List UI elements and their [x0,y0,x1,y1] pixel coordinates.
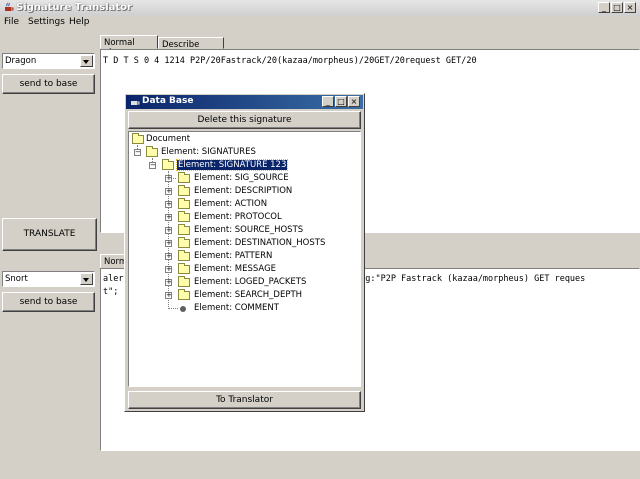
folder-icon [132,133,144,144]
signature-tree[interactable]: Document − Element: SIGNATURES − Element… [128,131,361,387]
tab-describe-view-top[interactable]: Describe view [158,37,224,60]
tree-node-element[interactable]: + Element: LOGED_PACKETS [129,276,360,289]
tree-node-element[interactable]: + Element: SIG_SOURCE [129,172,360,185]
tree-node-signature-123[interactable]: − Element: SIGNATURE 123 [129,159,360,172]
expand-icon[interactable]: + [165,227,172,234]
expand-icon[interactable]: + [165,266,172,273]
folder-icon [178,198,190,209]
folder-icon [178,237,190,248]
tree-node-signatures[interactable]: − Element: SIGNATURES [129,146,360,159]
maximize-button[interactable]: □ [611,2,623,13]
folder-icon [178,172,190,183]
expand-icon[interactable]: + [165,279,172,286]
target-text-line1-right: msg:"P2P Fastrack (kazaa/morpheus) GET r… [355,274,586,284]
tree-node-element[interactable]: + Element: DESTINATION_HOSTS [129,237,360,250]
folder-icon [178,224,190,235]
folder-icon [178,263,190,274]
chevron-down-icon[interactable] [80,273,93,285]
menu-file[interactable]: File [4,17,19,27]
tree-node-label: Element: SIGNATURES [161,147,256,157]
tree-node-element[interactable]: + Element: PROTOCOL [129,211,360,224]
tree-node-label: Element: LOGED_PACKETS [194,277,307,287]
tree-node-element[interactable]: + Element: SOURCE_HOSTS [129,224,360,237]
tab-normal-view-top[interactable]: Normal view [100,35,158,58]
expand-icon[interactable]: + [165,214,172,221]
tree-node-label: Element: DESCRIPTION [194,186,293,196]
folder-icon [178,250,190,261]
tree-node-label: Element: ACTION [194,199,268,209]
source-format-select[interactable]: Dragon [2,53,95,69]
target-format-value: Snort [5,274,28,284]
tree-node-label: Element: MESSAGE [194,264,277,274]
target-text-line2: t"; [103,287,119,297]
tree-node-label: Document [146,134,191,144]
tree-node-label: Element: DESTINATION_HOSTS [194,238,326,248]
send-to-base-button-top[interactable]: send to base [2,74,95,94]
leaf-bullet-icon [180,306,186,312]
folder-open-icon [146,146,158,157]
expand-icon[interactable]: + [165,201,172,208]
tree-node-label: Element: PROTOCOL [194,212,282,222]
tree-node-element[interactable]: + Element: MESSAGE [129,263,360,276]
chevron-down-icon[interactable] [80,55,93,67]
dialog-title: Data Base [142,96,194,106]
window-titlebar: Signature Translator _ □ × [0,0,640,17]
target-text-line1-left: aler [103,274,124,284]
database-dialog: Data Base _ □ × Delete this signature Do… [124,93,365,412]
folder-icon [178,276,190,287]
close-button[interactable]: × [624,2,636,13]
source-signature-text: T D T S 0 4 1214 P2P/20Fastrack/20(kazaa… [103,56,477,66]
expand-icon[interactable]: + [165,240,172,247]
expand-icon[interactable]: + [165,188,172,195]
tree-node-element[interactable]: + Element: SEARCH_DEPTH [129,289,360,302]
menu-help[interactable]: Help [69,17,90,27]
tree-node-label-selected: Element: SIGNATURE 123 [175,159,289,171]
dialog-close-button[interactable]: × [348,96,360,107]
folder-open-icon [162,159,174,170]
tree-node-element[interactable]: + Element: PATTERN [129,250,360,263]
folder-icon [178,185,190,196]
expand-icon[interactable]: + [165,175,172,182]
tree-node-document[interactable]: Document [129,133,360,146]
tree-node-label: Element: SIG_SOURCE [194,173,289,183]
dialog-titlebar: Data Base _ □ × [126,95,363,109]
menu-settings[interactable]: Settings [28,17,65,27]
tree-node-element[interactable]: + Element: ACTION [129,198,360,211]
collapse-icon[interactable]: − [134,149,141,156]
translate-button[interactable]: TRANSLATE [2,218,97,251]
tree-node-comment[interactable]: Element: COMMENT [129,302,360,315]
folder-icon [178,211,190,222]
delete-signature-button[interactable]: Delete this signature [128,111,361,129]
folder-icon [178,289,190,300]
expand-icon[interactable]: + [165,253,172,260]
dialog-minimize-button[interactable]: _ [322,96,334,107]
window-title: Signature Translator [16,2,132,13]
menu-bar: File Settings Help [0,16,640,30]
to-translator-button[interactable]: To Translator [128,391,361,409]
java-cup-icon [5,2,14,11]
tree-node-element[interactable]: + Element: DESCRIPTION [129,185,360,198]
tree-node-label: Element: PATTERN [194,251,273,261]
tree-node-label: Element: COMMENT [194,303,279,313]
minimize-button[interactable]: _ [598,2,610,13]
tree-node-label: Element: SEARCH_DEPTH [194,290,303,300]
tree-node-label: Element: SOURCE_HOSTS [194,225,304,235]
collapse-icon[interactable]: − [149,162,156,169]
send-to-base-button-bottom[interactable]: send to base [2,292,95,312]
expand-icon[interactable]: + [165,292,172,299]
source-format-value: Dragon [5,56,37,66]
java-cup-icon [131,101,140,105]
target-format-select[interactable]: Snort [2,271,95,287]
dialog-maximize-button[interactable]: □ [335,96,347,107]
